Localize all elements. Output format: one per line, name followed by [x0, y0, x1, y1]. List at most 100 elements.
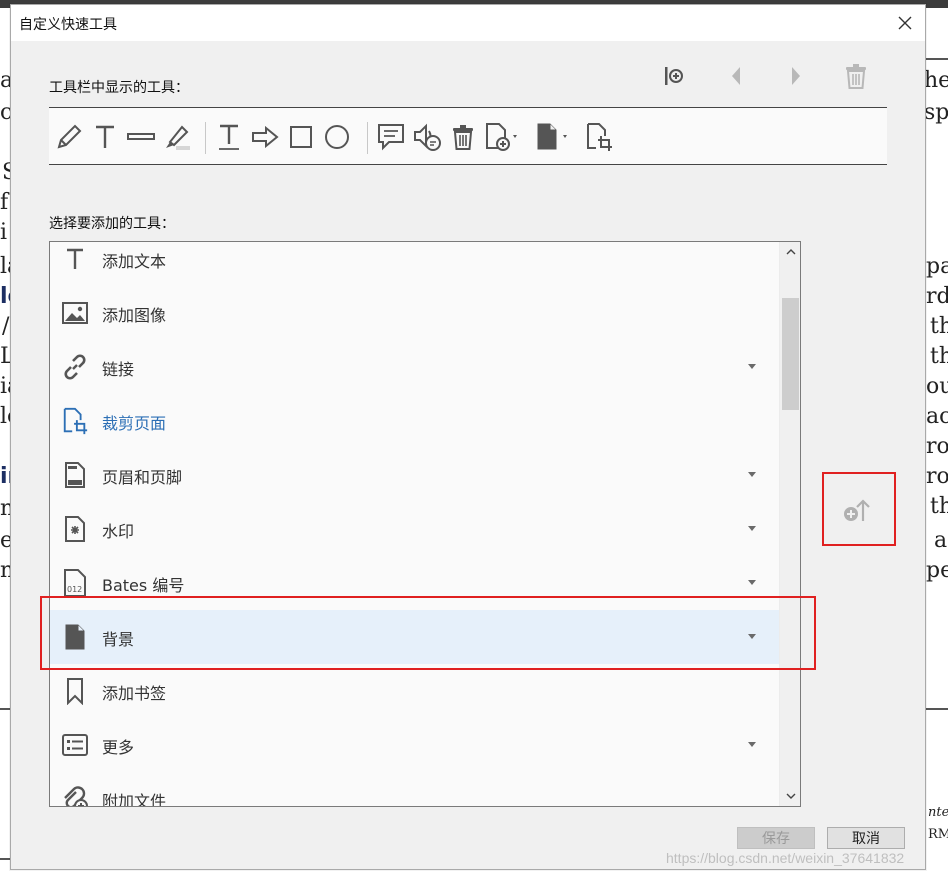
background-text: ro [926, 464, 948, 489]
pencil-icon [57, 124, 82, 149]
list-scrollbar[interactable] [779, 242, 800, 806]
background-text: ou [926, 374, 948, 399]
list-item-label: 添加图像 [102, 306, 167, 325]
close-button[interactable] [891, 9, 919, 37]
chevron-down-icon[interactable] [748, 472, 756, 477]
list-item-more[interactable]: 更多 [50, 718, 779, 772]
insert-separator-button[interactable] [659, 61, 689, 91]
list-item-label: Bates 编号 [102, 576, 185, 595]
audio-comment-icon [414, 123, 441, 151]
title-bar: 自定义快速工具 [11, 5, 925, 41]
move-right-icon [792, 67, 800, 85]
trash-icon [453, 125, 473, 150]
list-item-attach-file[interactable]: 附加文件 [50, 772, 779, 807]
watermark-text: https://blog.csdn.net/weixin_37641832 [666, 850, 905, 866]
move-left-button[interactable] [721, 61, 751, 91]
toolbar-tool-add-text[interactable] [89, 122, 121, 152]
list-item-add-text[interactable]: 添加文本 [50, 242, 779, 286]
toolbar-tool-page-menu[interactable] [533, 122, 573, 152]
background-text: ro [926, 434, 948, 459]
chevron-down-icon[interactable] [748, 742, 756, 747]
list-item-label: 添加文本 [102, 252, 167, 271]
background-rule-bottom-left [0, 708, 10, 710]
list-item-label: 链接 [102, 360, 135, 379]
toolbar-tool-crop-page[interactable] [583, 122, 615, 152]
more-icon [62, 734, 88, 756]
background-text: th [930, 314, 948, 339]
toolbar-tool-audio-comment[interactable] [411, 122, 443, 152]
list-item-link[interactable]: 链接 [50, 340, 779, 394]
list-item-label: 背景 [102, 630, 135, 649]
list-item-label: 附加文件 [102, 792, 167, 807]
chevron-down-icon[interactable] [748, 526, 756, 531]
list-item-add-bookmark[interactable]: 添加书签 [50, 664, 779, 718]
background-text: RM [928, 827, 948, 842]
bates-icon: 012 [64, 569, 86, 597]
list-item-add-image[interactable]: 添加图像 [50, 286, 779, 340]
rectangle-icon [290, 126, 312, 148]
toolbar-tool-underline-text[interactable] [213, 122, 245, 152]
watermark-icon [65, 516, 85, 542]
background-text: i [0, 220, 8, 245]
circle-icon [325, 125, 349, 149]
bookmark-icon [67, 678, 83, 705]
toolbar-tool-pencil[interactable] [53, 122, 85, 152]
background-text: he [924, 68, 948, 93]
list-item-crop-page[interactable]: 裁剪页面 [50, 394, 779, 448]
background-text: ace [926, 404, 948, 429]
toolbar-tool-highlighter[interactable] [161, 122, 193, 152]
list-item-header-footer[interactable]: 页眉和页脚 [50, 448, 779, 502]
toolbar-tool-rectangle[interactable] [285, 122, 317, 152]
list-item-background[interactable]: 背景 [50, 610, 779, 664]
delete-button[interactable] [841, 61, 871, 91]
toolbar-tool-strikethrough[interactable] [125, 122, 157, 152]
tool-listbox[interactable]: 添加文本 添加图像 链接 裁剪页面 页眉和页脚 水印 012 Bates 编号 … [49, 241, 801, 807]
list-item-bates-numbering[interactable]: 012 Bates 编号 [50, 556, 779, 610]
background-text: th [930, 494, 948, 519]
background-rule-right [926, 58, 948, 60]
link-icon [64, 354, 86, 380]
insert-separator-icon [665, 67, 683, 85]
chevron-down-icon[interactable] [748, 634, 756, 639]
scroll-down-button[interactable] [780, 786, 800, 806]
insert-page-icon [486, 123, 517, 151]
toolbar-tool-circle[interactable] [321, 122, 353, 152]
chevron-down-icon[interactable] [748, 364, 756, 369]
background-text: rd [926, 284, 948, 309]
scroll-thumb[interactable] [782, 298, 799, 410]
header-footer-icon [65, 462, 85, 488]
underline-text-icon [219, 124, 239, 150]
strikethrough-icon [127, 133, 155, 140]
background-text: sp [924, 100, 948, 125]
toolbar-tool-trash[interactable] [447, 122, 479, 152]
highlighter-icon [166, 125, 190, 150]
add-text-icon [96, 125, 114, 148]
background-rule-footer-left [0, 858, 10, 860]
list-item-label: 页眉和页脚 [102, 468, 183, 487]
save-button[interactable]: 保存 [737, 827, 815, 849]
toolbar-tool-insert-page[interactable] [483, 122, 523, 152]
move-right-button[interactable] [781, 61, 811, 91]
chevron-down-icon[interactable] [748, 580, 756, 585]
add-to-toolbar-icon [844, 499, 870, 521]
scroll-up-button[interactable] [780, 242, 800, 262]
crop-page-icon [63, 407, 88, 435]
list-item-label: 添加书签 [102, 684, 167, 703]
toolbar-tool-arrow[interactable] [249, 122, 281, 152]
list-item-label: 裁剪页面 [102, 414, 167, 433]
chevron-down-icon [786, 793, 795, 799]
toolbar-separator [367, 122, 368, 154]
toolbar-section-label: 工具栏中显示的工具： [49, 80, 189, 96]
background-text: nte [928, 805, 948, 820]
crop-page-icon [587, 123, 612, 151]
toolbar-tool-comment[interactable] [375, 122, 407, 152]
cancel-button[interactable]: 取消 [827, 827, 905, 849]
background-text: f [0, 190, 9, 215]
arrow-icon [252, 126, 279, 148]
text-icon [67, 248, 83, 269]
close-icon [898, 16, 912, 30]
add-to-toolbar-button[interactable] [837, 491, 877, 531]
svg-text:012: 012 [67, 585, 82, 594]
list-item-watermark[interactable]: 水印 [50, 502, 779, 556]
attach-file-icon [64, 786, 88, 806]
